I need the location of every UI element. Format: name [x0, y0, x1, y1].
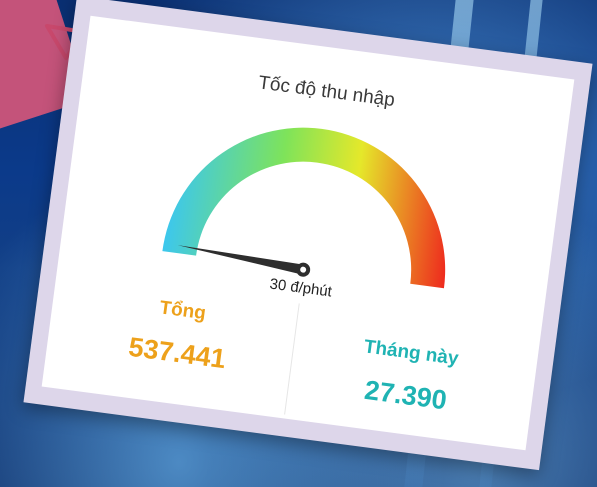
total-stat: Tổng 537.441	[76, 287, 283, 382]
gauge-arc	[162, 127, 446, 289]
this-month-label: Tháng này	[362, 336, 460, 370]
widget-frame: Tốc độ thu nhập 30 đ/phút Tổng 537.441 T…	[23, 0, 593, 471]
total-label: Tổng	[158, 297, 208, 325]
total-value: 537.441	[126, 331, 228, 375]
income-widget-card: Tốc độ thu nhập 30 đ/phút Tổng 537.441 T…	[41, 15, 575, 451]
this-month-stat: Tháng này 27.390	[304, 330, 511, 425]
stats-divider	[284, 303, 300, 415]
this-month-value: 27.390	[362, 374, 449, 416]
